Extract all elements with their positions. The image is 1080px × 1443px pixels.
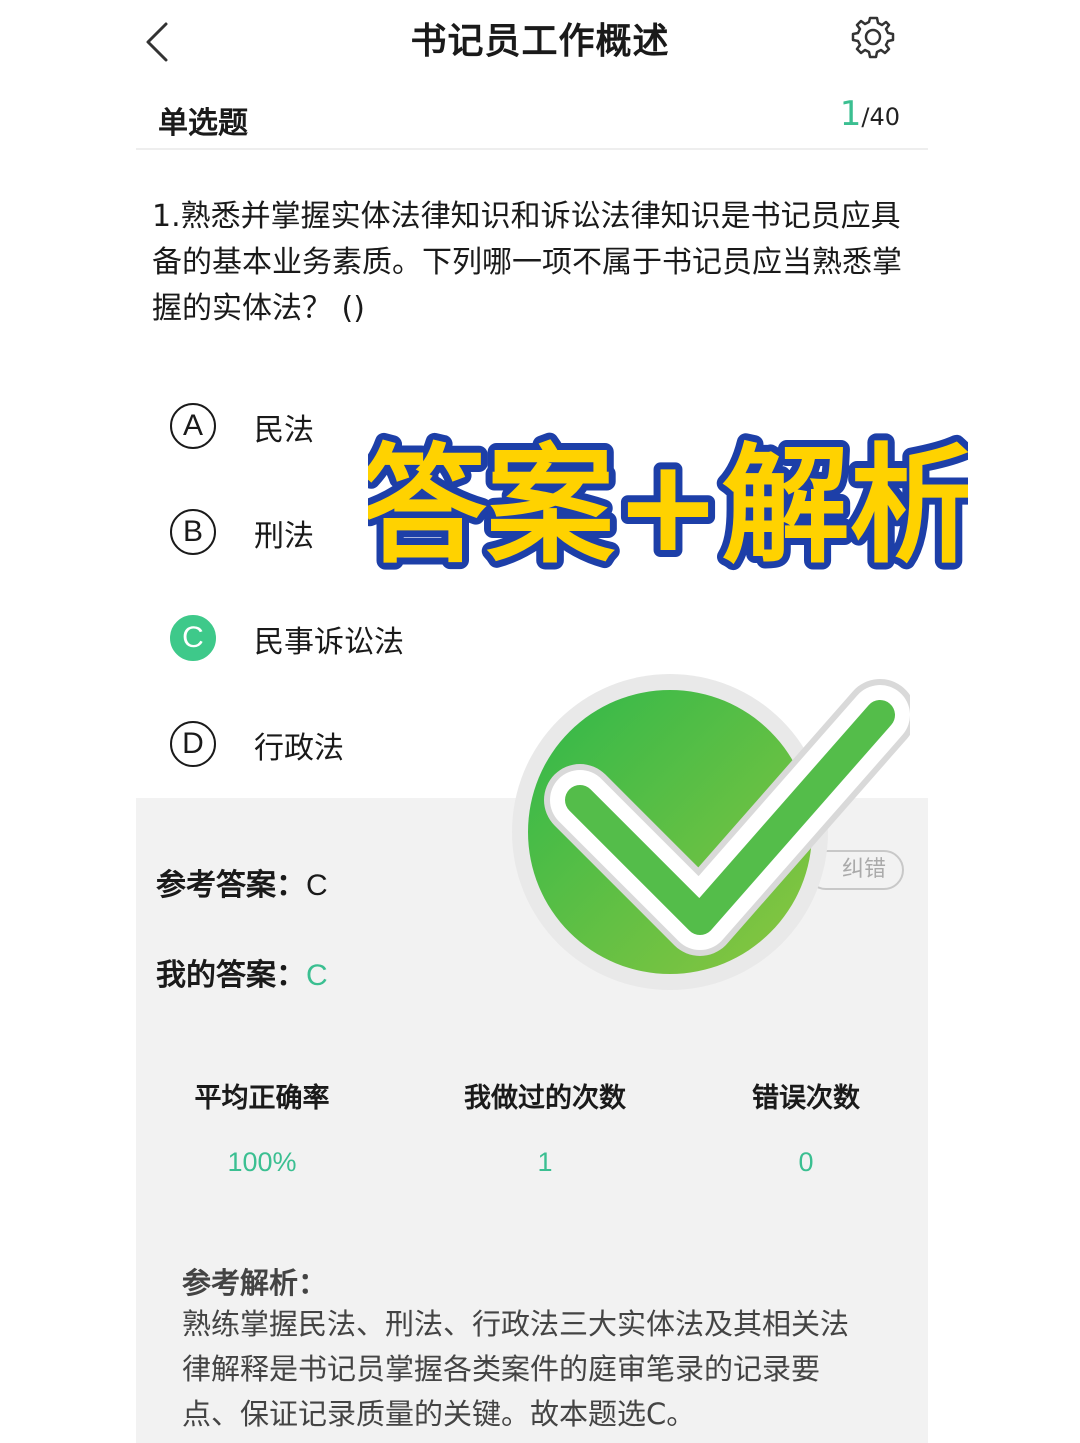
option-letter: D: [170, 721, 216, 767]
settings-button[interactable]: [850, 14, 896, 60]
question-subheader: 单选题 1/40: [136, 88, 928, 150]
reference-answer-value: C: [306, 869, 328, 902]
option-d[interactable]: D 行政法: [170, 721, 490, 771]
stat-accuracy: 平均正确率 100%: [142, 1076, 382, 1178]
option-text: 刑法: [254, 519, 314, 554]
option-letter-selected: C: [170, 615, 216, 661]
stat-attempts: 我做过的次数 1: [425, 1076, 665, 1178]
option-c[interactable]: C 民事诉讼法: [170, 615, 490, 665]
question-text: 1.熟悉并掌握实体法律知识和诉讼法律知识是书记员应具备的基本业务素质。下列哪一项…: [152, 199, 902, 326]
stat-value: 100%: [227, 1147, 297, 1177]
total-questions: /40: [861, 103, 900, 131]
reference-answer-label: 参考答案：: [156, 868, 306, 903]
check-mark-icon: [512, 674, 910, 990]
question-progress: 1/40: [840, 94, 900, 134]
stat-label: 错误次数: [752, 1083, 860, 1114]
stat-errors: 错误次数 0: [686, 1076, 926, 1178]
analysis-text: 熟练掌握民法、刑法、行政法三大实体法及其相关法律解释是书记员掌握各类案件的庭审笔…: [182, 1307, 850, 1431]
stat-label: 平均正确率: [194, 1083, 330, 1114]
stat-value: 1: [537, 1147, 553, 1177]
top-bar: 书记员工作概述: [0, 0, 1080, 80]
stat-value: 0: [798, 1147, 814, 1177]
analysis-title: 参考解析：: [182, 1266, 328, 1300]
option-text: 民事诉讼法: [254, 625, 404, 660]
page-title: 书记员工作概述: [410, 21, 670, 62]
my-answer-row: 我的答案：C: [156, 950, 328, 994]
question-type-label: 单选题: [158, 106, 248, 141]
option-text: 行政法: [254, 731, 344, 766]
stat-label: 我做过的次数: [464, 1083, 626, 1114]
gear-icon: [851, 16, 895, 59]
option-letter: B: [170, 509, 216, 555]
my-answer-value: C: [306, 959, 328, 992]
option-text: 民法: [254, 413, 314, 448]
option-letter: A: [170, 403, 216, 449]
answer-analysis-banner: 答案+解析 答案+解析 答案+解析: [368, 419, 968, 588]
banner-fill: 答案+解析: [368, 432, 968, 581]
reference-answer-row: 参考答案：C: [156, 860, 328, 904]
current-question-number: 1: [839, 94, 862, 134]
my-answer-label: 我的答案：: [156, 958, 306, 993]
